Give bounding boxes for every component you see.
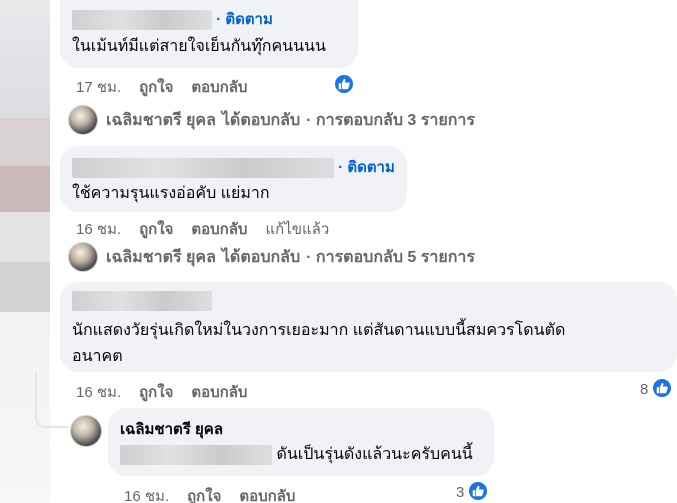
reply-action-text: ได้ตอบกลับ — [221, 111, 301, 129]
like-reaction-icon[interactable] — [467, 480, 489, 502]
comment-text: ใช้ความรุนแรงอ่อคับ แย่มาก — [72, 185, 270, 203]
reply-actions: 16 ชม. ถูกใจ ตอบกลับ — [124, 484, 313, 503]
reply-timestamp[interactable]: 16 ชม. — [124, 488, 169, 503]
left-edge-strip — [0, 212, 50, 262]
avatar[interactable] — [70, 415, 102, 447]
comment-bubble: นักแสดงวัยรุ่นเกิดใหม่ในวงการเยอะมาก แต่… — [60, 282, 677, 372]
blurred-tagged-name[interactable] — [120, 444, 272, 465]
reply-action[interactable]: ตอบกลับ — [191, 384, 247, 401]
avatar[interactable] — [68, 105, 98, 135]
reply-author[interactable]: เฉลิมชาตรี ยุคล — [120, 420, 482, 440]
comment-actions: 16 ชม. ถูกใจ ตอบกลับ — [76, 380, 265, 404]
comment-timestamp[interactable]: 17 ชม. — [76, 79, 121, 96]
comment-text: ในเม้นท์มีแต่สายใจเย็นกันทุ๊กคนนนน — [72, 38, 326, 56]
reply-action[interactable]: ตอบกลับ — [191, 221, 247, 238]
blurred-author-name[interactable] — [72, 10, 212, 31]
reply-action-text: ได้ตอบกลับ — [221, 248, 301, 266]
comment-bubble: · ติดตาม ใช้ความรุนแรงอ่อคับ แย่มาก — [60, 146, 407, 212]
reply-count[interactable]: · การตอบกลับ 5 รายการ — [306, 245, 475, 270]
replies-summary[interactable]: เฉลิมชาตรี ยุคล ได้ตอบกลับ · การตอบกลับ … — [68, 242, 475, 272]
left-edge-strip — [0, 0, 50, 118]
like-reaction-icon[interactable] — [333, 73, 355, 95]
comment-text-line: อนาคต — [72, 348, 123, 366]
reaction-count[interactable]: 3 — [456, 484, 464, 501]
left-edge-strip — [0, 118, 50, 166]
like-action[interactable]: ถูกใจ — [187, 488, 221, 503]
reply-bubble: เฉลิมชาตรี ยุคล ดันเป็นรุ่นดังแล้วนะครับ… — [108, 408, 494, 476]
reply-thread-line — [35, 372, 69, 428]
comment-bubble: · ติดตาม ในเม้นท์มีแต่สายใจเย็นกันทุ๊กคน… — [60, 0, 358, 68]
reply-author[interactable]: เฉลิมชาตรี ยุคล — [106, 245, 216, 270]
blurred-author-name[interactable] — [72, 291, 212, 312]
follow-button[interactable]: · ติดตาม — [338, 159, 395, 176]
like-reaction-icon[interactable] — [651, 377, 673, 399]
reply-action[interactable]: ตอบกลับ — [191, 79, 247, 96]
comment-timestamp[interactable]: 16 ชม. — [76, 221, 121, 238]
like-action[interactable]: ถูกใจ — [139, 79, 173, 96]
reply-author[interactable]: เฉลิมชาตรี ยุคล — [106, 108, 216, 133]
replies-summary[interactable]: เฉลิมชาตรี ยุคล ได้ตอบกลับ · การตอบกลับ … — [68, 105, 475, 135]
edited-label: แก้ไขแล้ว — [265, 221, 330, 238]
comment-actions: 17 ชม. ถูกใจ ตอบกลับ — [76, 75, 265, 99]
comment-timestamp[interactable]: 16 ชม. — [76, 384, 121, 401]
comment-text-line: นักแสดงวัยรุ่นเกิดใหม่ในวงการเยอะมาก แต่… — [72, 322, 566, 340]
follow-button[interactable]: · ติดตาม — [216, 11, 273, 28]
left-edge-strip — [0, 166, 50, 212]
like-action[interactable]: ถูกใจ — [139, 221, 173, 238]
reply-action[interactable]: ตอบกลับ — [239, 488, 295, 503]
like-action[interactable]: ถูกใจ — [139, 384, 173, 401]
avatar[interactable] — [68, 242, 98, 272]
reply-count[interactable]: · การตอบกลับ 3 รายการ — [306, 108, 475, 133]
reply-text: ดันเป็นรุ่นดังแล้วนะครับคนนี้ — [276, 446, 473, 463]
comment-actions: 16 ชม. ถูกใจ ตอบกลับ แก้ไขแล้ว — [76, 217, 347, 241]
blurred-author-name[interactable] — [72, 158, 334, 179]
left-edge-strip — [0, 262, 50, 312]
reaction-count[interactable]: 8 — [640, 381, 648, 398]
